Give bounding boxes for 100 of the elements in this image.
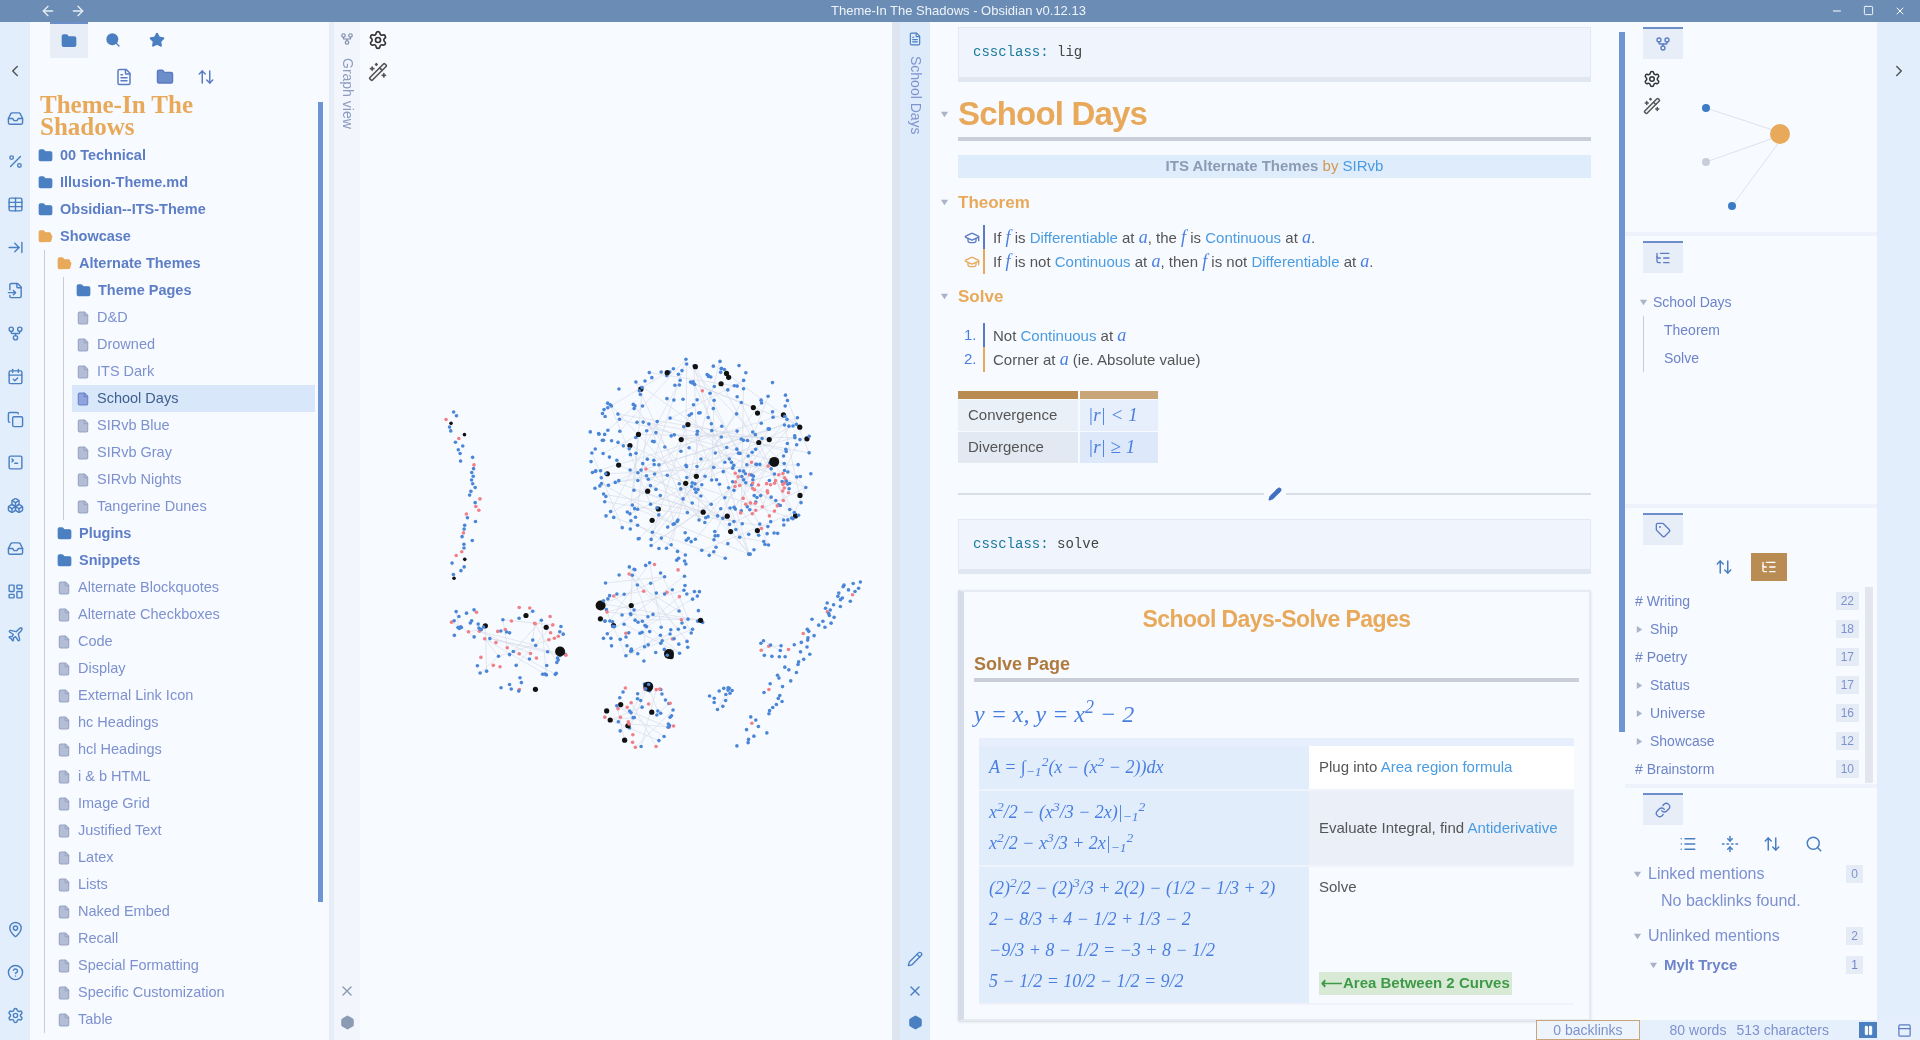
folder-item[interactable]: Obsidian--ITS-Theme [34,196,315,223]
file-item[interactable]: Display [53,655,315,682]
math-cell: |r| ≥ 1 [1080,432,1158,463]
file-item[interactable]: School Days [72,385,315,412]
word-count: 80 words [1669,1020,1727,1040]
theorem-line: If f is not Continuous at a, then f is not Differentiable at a. [983,249,1374,274]
file-item[interactable]: Lists [53,871,315,898]
page-title: School Days [958,94,1147,134]
count-badge: 17 [1835,676,1859,694]
backlinks-count[interactable]: 0 backlinks [1536,1020,1640,1040]
folder-item[interactable]: Theme Pages [72,277,315,304]
file-item[interactable]: Special Formatting [53,952,315,979]
tag-item[interactable]: Showcase 12 [1625,727,1865,755]
internal-link[interactable]: Continuous [1054,253,1131,270]
note-link[interactable]: Area region formula [1380,758,1513,775]
author-link[interactable]: SIRvb [1342,155,1384,178]
note-link[interactable]: Antiderivative [1467,818,1558,836]
count-badge: 1 [1846,956,1863,974]
file-item[interactable]: ITS Dark [72,358,315,385]
outline-item[interactable]: School Days [1639,288,1877,316]
file-item[interactable]: Justified Text [53,817,315,844]
count-badge: 0 [1846,865,1863,883]
file-item[interactable]: hc Headings [53,709,315,736]
table-cell-text: Plug into Area region formula [1319,757,1514,777]
tag-name: # Brainstorm [1635,759,1716,779]
file-item[interactable]: Naked Embed [53,898,315,925]
tag-item[interactable]: Status 17 [1625,671,1865,699]
file-item[interactable]: Tangerine Dunes [72,493,315,520]
file-item[interactable]: Alternate Checkboxes [53,601,315,628]
table-cell: Divergence [958,432,1078,463]
tag-item[interactable]: # Poetry 17 [1625,643,1865,671]
file-item[interactable]: Drowned [72,331,315,358]
code-block: cssclass: lig [958,27,1591,82]
file-item[interactable]: Code [53,628,315,655]
file-item[interactable]: SIRvb Nights [72,466,315,493]
folder-item[interactable]: Illusion-Theme.md [34,169,315,196]
banner: ITS Alternate Themes by SIRvb [958,155,1591,178]
table-cell-text: Solve [1319,876,1358,897]
folder-item[interactable]: Plugins [53,520,315,547]
count-badge: 16 [1835,704,1859,722]
table-cell: Convergence [958,400,1078,431]
list-item: Corner at a (ie. Absolute value) [983,346,1201,372]
tag-name: Universe [1650,703,1707,723]
empty-message: No backlinks found. [1660,891,1802,911]
tag-item[interactable]: # Brainstorm 10 [1625,755,1865,783]
window-title: Theme-In The Shadows - Obsidian v0.12.13 [831,2,1086,21]
math-line: 5 − 1/2 = 10/2 − 1/2 = 9/2 [989,969,1185,993]
mentions-header[interactable]: Linked mentions 0 [1633,859,1863,889]
file-item[interactable]: hcl Headings [53,736,315,763]
file-item[interactable]: D&D [72,304,315,331]
file-item[interactable]: External Link Icon [53,682,315,709]
tag-item[interactable]: Ship 18 [1625,615,1865,643]
file-item[interactable]: SIRvb Gray [72,439,315,466]
character-count: 513 characters [1736,1020,1829,1040]
theorem-line: If f is Differentiable at a, the f is Continuous at a. [983,225,1316,250]
internal-link[interactable]: Differentiable [1029,229,1118,246]
code-block: cssclass: solve [958,519,1591,574]
file-item[interactable]: Recall [53,925,315,952]
section-heading: Theorem [958,192,1030,214]
file-item[interactable]: i & b HTML [53,763,315,790]
tag-item[interactable]: Universe 16 [1625,699,1865,727]
list-item: Not Continuous at a [983,322,1127,348]
math-line: (2)$^{2}$/2 − (2)$^{3}$/3 + 2(2) − (1/2 − 1/3 + 2) [989,873,1277,900]
tag-name: Ship [1650,619,1680,639]
internal-link[interactable]: Continuous [1020,326,1097,344]
count-badge: 10 [1835,760,1859,778]
mention-file[interactable]: Mylt Tryce 1 [1633,951,1863,979]
tag-item[interactable]: # Writing 22 [1625,587,1865,615]
folder-item[interactable]: 00 Technical [34,142,315,169]
tag-name: Showcase [1650,731,1716,751]
count-badge: 17 [1835,648,1859,666]
count-badge: 2 [1846,927,1863,945]
outline-item[interactable]: Theorem [1664,316,1877,344]
list-number: 2. [964,348,978,369]
file-item[interactable]: Specific Customization [53,979,315,1006]
section-title: Linked mentions [1648,864,1766,884]
list-number: 1. [964,324,978,345]
file-item[interactable]: Table [53,1006,315,1033]
outline-item[interactable]: Solve [1664,344,1877,372]
folder-item[interactable]: Alternate Themes [53,250,315,277]
mentions-header[interactable]: Unlinked mentions 2 [1633,921,1863,951]
pane-tab-label[interactable]: Graph view [336,58,358,129]
file-item[interactable]: Latex [53,844,315,871]
tag-name: Status [1650,675,1691,695]
tag-name: # Poetry [1635,647,1689,667]
count-badge: 22 [1835,592,1859,610]
file-item[interactable]: Image Grid [53,790,315,817]
file-item[interactable]: SIRvb Blue [72,412,315,439]
internal-link[interactable]: Continuous [1205,229,1282,246]
folder-item[interactable]: Snippets [53,547,315,574]
file-item[interactable]: Alternate Blockquotes [53,574,315,601]
section-heading: Solve Page [974,652,1072,676]
count-badge: 18 [1835,620,1859,638]
math-line: −9/3 + 8 − 1/2 = −3 + 8 − 1/2 [989,938,1217,962]
internal-link[interactable]: Differentiable [1251,253,1340,270]
pane-tab-label[interactable]: School Days [904,56,926,135]
vault-title: Theme-In The Shadows [40,94,195,138]
folder-item[interactable]: Showcase [34,223,315,250]
tag-name: # Writing [1635,591,1691,611]
math-line: A = ∫$_{−1}$$^{2}$(x − (x$^{2}$ − 2))dx [989,752,1165,781]
